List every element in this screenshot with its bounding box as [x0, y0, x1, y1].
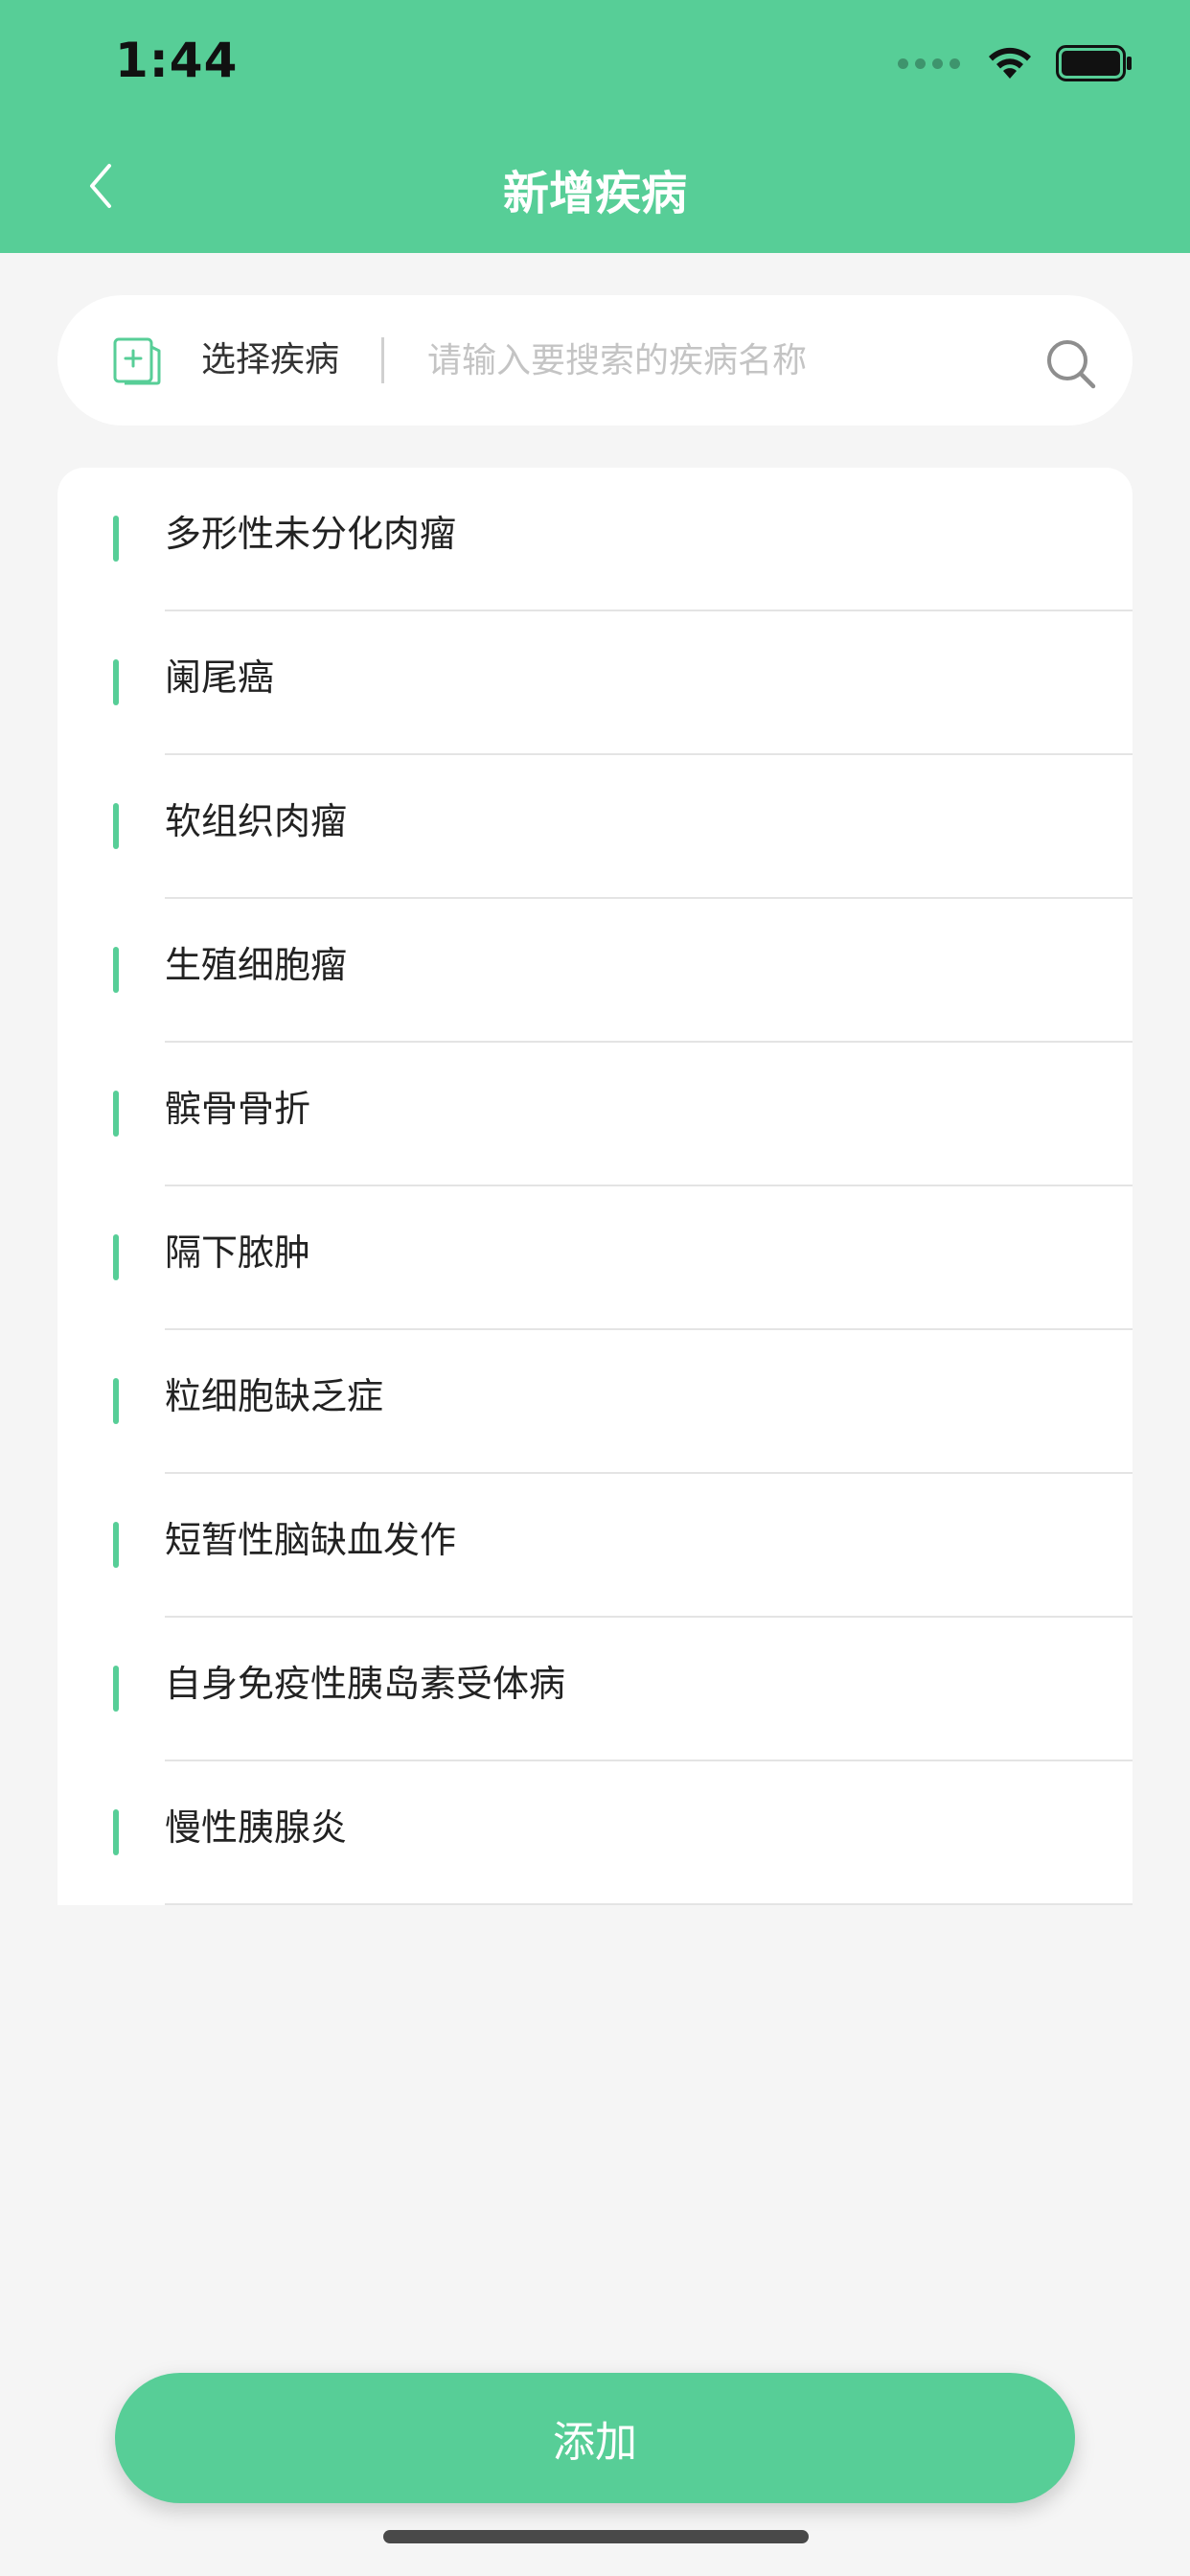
disease-name: 多形性未分化肉瘤 — [165, 513, 457, 555]
accent-bar — [113, 1378, 119, 1424]
add-button[interactable]: 添加 — [115, 2373, 1075, 2503]
add-document-icon[interactable] — [111, 335, 163, 385]
accent-bar — [113, 1809, 119, 1855]
accent-bar — [113, 1666, 119, 1712]
disease-list: 多形性未分化肉瘤 阑尾癌 软组织肉瘤 生殖细胞瘤 髌骨骨折 隔下脓肿 粒细胞缺乏… — [57, 468, 1133, 1905]
cellular-signal-icon — [898, 58, 960, 69]
search-input[interactable] — [427, 328, 1021, 393]
page-title: 新增疾病 — [502, 167, 687, 220]
search-icon[interactable] — [1044, 337, 1098, 391]
status-indicators — [898, 44, 1133, 82]
accent-bar — [113, 1091, 119, 1137]
search-divider — [381, 337, 384, 383]
list-item[interactable]: 自身免疫性胰岛素受体病 — [57, 1618, 1133, 1761]
list-item[interactable]: 软组织肉瘤 — [57, 755, 1133, 899]
list-item[interactable]: 生殖细胞瘤 — [57, 899, 1133, 1043]
home-indicator — [383, 2530, 809, 2543]
disease-name: 隔下脓肿 — [165, 1231, 311, 1274]
list-item[interactable]: 短暂性脑缺血发作 — [57, 1474, 1133, 1618]
disease-name: 短暂性脑缺血发作 — [165, 1519, 457, 1561]
disease-name: 阑尾癌 — [165, 656, 275, 699]
status-time: 1:44 — [115, 33, 239, 88]
disease-name: 粒细胞缺乏症 — [165, 1375, 384, 1417]
accent-bar — [113, 516, 119, 562]
accent-bar — [113, 659, 119, 705]
accent-bar — [113, 947, 119, 993]
list-item[interactable]: 慢性胰腺炎 — [57, 1761, 1133, 1905]
select-disease-label[interactable]: 选择疾病 — [201, 337, 339, 383]
accent-bar — [113, 1522, 119, 1568]
list-item[interactable]: 阑尾癌 — [57, 611, 1133, 755]
wifi-icon — [989, 47, 1031, 79]
list-item[interactable]: 髌骨骨折 — [57, 1043, 1133, 1186]
disease-name: 自身免疫性胰岛素受体病 — [165, 1663, 566, 1705]
disease-name: 慢性胰腺炎 — [165, 1806, 348, 1849]
disease-name: 髌骨骨折 — [165, 1088, 311, 1130]
list-item[interactable]: 隔下脓肿 — [57, 1186, 1133, 1330]
battery-icon — [1056, 45, 1132, 81]
search-bar: 选择疾病 — [57, 295, 1133, 426]
app-header: 1:44 新增疾病 — [0, 0, 1190, 253]
accent-bar — [113, 1234, 119, 1280]
list-item[interactable]: 多形性未分化肉瘤 — [57, 468, 1133, 611]
list-item[interactable]: 粒细胞缺乏症 — [57, 1330, 1133, 1474]
disease-name: 软组织肉瘤 — [165, 800, 348, 842]
disease-name: 生殖细胞瘤 — [165, 944, 348, 986]
accent-bar — [113, 803, 119, 849]
row-divider — [165, 1903, 1133, 1905]
